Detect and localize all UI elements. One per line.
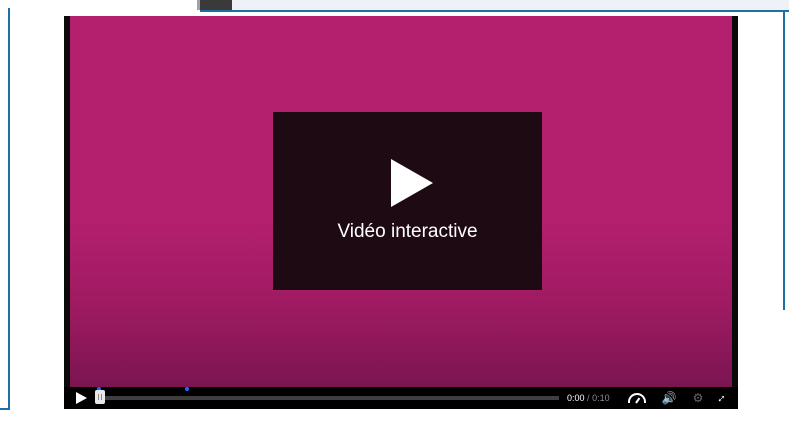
volume-icon[interactable]: 🔊 [662, 392, 677, 404]
play-icon[interactable] [76, 392, 87, 404]
time-separator: / [587, 393, 590, 403]
parent-frame-top [197, 0, 789, 12]
video-surface[interactable]: Vidéo interactive [70, 16, 732, 387]
fullscreen-icon[interactable]: ↕ [715, 391, 729, 405]
parent-frame-thumbnail [200, 0, 232, 10]
seek-handle[interactable] [95, 390, 105, 404]
control-bar: 0:00 / 0:10 🔊 ⚙ ↕ [64, 387, 738, 409]
gear-icon[interactable]: ⚙ [693, 392, 704, 404]
overlay-label: Vidéo interactive [337, 221, 478, 242]
big-play-icon[interactable] [390, 159, 433, 207]
content-frame-border-right [783, 10, 789, 310]
interaction-marker[interactable] [185, 387, 189, 391]
seek-bar[interactable] [95, 387, 559, 404]
time-display: 0:00 / 0:10 [567, 393, 610, 403]
speed-gauge-icon[interactable] [627, 393, 646, 403]
interactive-video-player: Vidéo interactive 0:00 / 0:10 🔊 ⚙ ↕ [64, 16, 738, 409]
current-time: 0:00 [567, 393, 585, 403]
start-overlay[interactable]: Vidéo interactive [273, 112, 542, 290]
total-time: 0:10 [592, 393, 610, 403]
content-frame-border [0, 8, 10, 410]
